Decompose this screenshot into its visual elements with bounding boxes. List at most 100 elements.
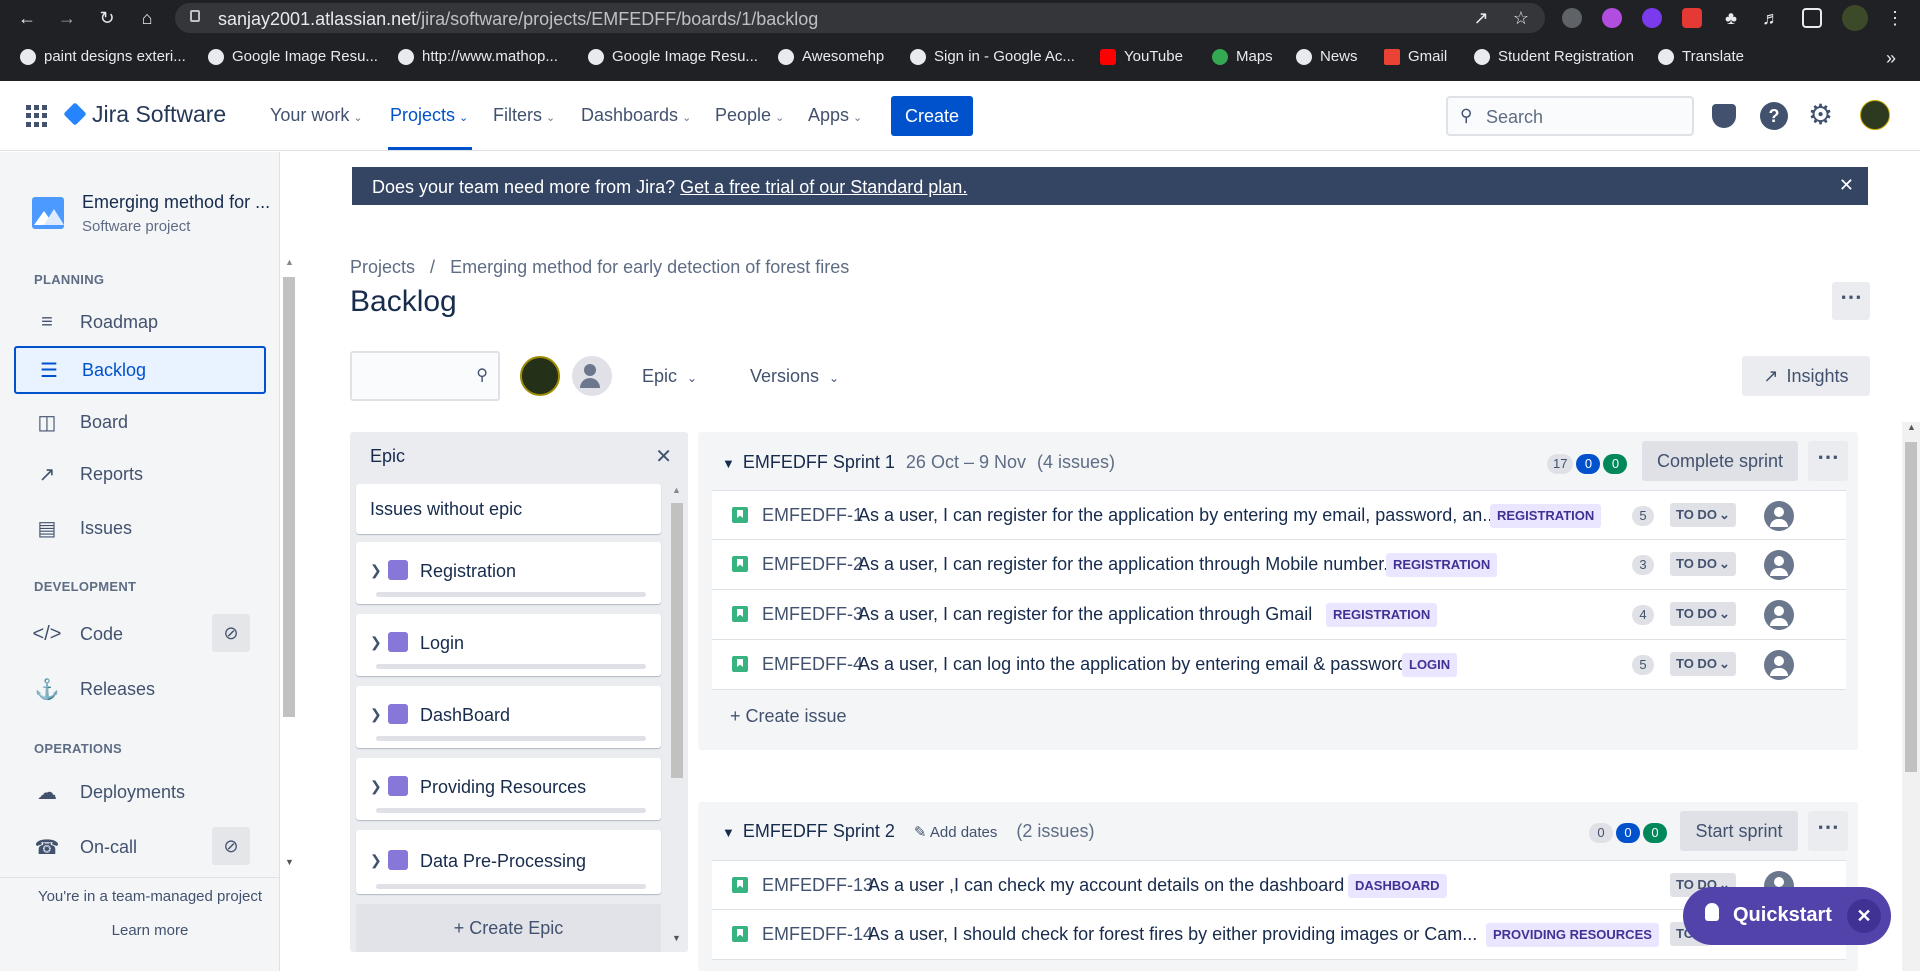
media-icon[interactable]: ♬: [1760, 7, 1782, 29]
issue-key[interactable]: EMFEDFF-1: [762, 505, 863, 526]
epic-filter[interactable]: Epic ⌄: [642, 366, 697, 387]
complete-sprint-button[interactable]: Complete sprint: [1642, 441, 1798, 481]
user-avatar-filter[interactable]: [520, 356, 560, 396]
nav-dashboards[interactable]: Dashboards ⌄: [581, 105, 691, 126]
issue-row[interactable]: EMFEDFF-13 As a user ,I can check my acc…: [712, 860, 1846, 910]
epic-panel-scrollbar[interactable]: ▲ ▼: [668, 485, 686, 950]
epic-item-data-pre-processing[interactable]: ❯ Data Pre-Processing: [356, 830, 661, 894]
insights-button[interactable]: ↗ Insights: [1742, 356, 1870, 396]
home-icon[interactable]: ⌂: [136, 7, 158, 29]
user-avatar[interactable]: [1860, 100, 1890, 130]
nav-projects[interactable]: Projects ⌄: [390, 105, 468, 126]
star-icon[interactable]: ☆: [1510, 7, 1532, 29]
url-text[interactable]: sanjay2001.atlassian.net/jira/software/p…: [218, 9, 818, 30]
link-off-icon[interactable]: ⊘: [212, 614, 250, 652]
scroll-down-icon[interactable]: ▼: [285, 857, 294, 867]
scroll-up-icon[interactable]: ▲: [672, 485, 681, 495]
scroll-up-icon[interactable]: ▲: [1907, 422, 1916, 432]
bookmark-item[interactable]: Sign in - Google Ac...: [910, 48, 1075, 65]
story-points[interactable]: 4: [1632, 605, 1654, 625]
epic-lozenge[interactable]: DASHBOARD: [1348, 874, 1447, 898]
scroll-down-icon[interactable]: ▼: [672, 933, 681, 943]
bookmark-item[interactable]: Gmail: [1384, 48, 1447, 65]
create-issue-button[interactable]: + Create issue: [730, 706, 847, 727]
app-switcher-icon[interactable]: [26, 105, 48, 127]
breadcrumb-projects[interactable]: Projects: [350, 257, 415, 277]
epic-lozenge[interactable]: REGISTRATION: [1326, 603, 1438, 627]
story-points[interactable]: 5: [1632, 506, 1654, 526]
sidebar-scrollbar[interactable]: ▲ ▼: [281, 257, 297, 872]
bookmark-item[interactable]: paint designs exteri...: [20, 48, 186, 65]
add-dates-link[interactable]: ✎ Add dates: [914, 824, 997, 841]
epic-lozenge[interactable]: REGISTRATION: [1386, 553, 1498, 577]
bookmark-item[interactable]: Maps: [1212, 48, 1273, 65]
main-scrollbar[interactable]: ▲: [1902, 422, 1920, 971]
issue-key[interactable]: EMFEDFF-13: [762, 875, 873, 896]
sidebar-item-releases[interactable]: ⚓ Releases: [14, 665, 266, 713]
issue-row[interactable]: EMFEDFF-3 As a user, I can register for …: [712, 590, 1846, 640]
sidebar-item-backlog[interactable]: ☰ Backlog: [14, 346, 266, 394]
scrollbar-thumb[interactable]: [283, 277, 295, 717]
chevron-down-icon[interactable]: ▼: [722, 456, 735, 471]
issue-key[interactable]: EMFEDFF-3: [762, 604, 863, 625]
notifications-icon[interactable]: [1712, 104, 1736, 128]
sidebar-item-roadmap[interactable]: ≡ Roadmap: [14, 298, 266, 346]
help-icon[interactable]: ?: [1760, 102, 1788, 130]
shield-extension-icon[interactable]: [1562, 8, 1582, 28]
sprint-1-header[interactable]: ▼ EMFEDFF Sprint 1 26 Oct – 9 Nov (4 issu…: [722, 452, 1115, 473]
epic-lozenge[interactable]: PROVIDING RESOURCES: [1486, 923, 1659, 947]
jira-logo-icon[interactable]: [63, 102, 87, 126]
bookmark-item[interactable]: Translate: [1658, 48, 1744, 65]
bookmark-item[interactable]: Google Image Resu...: [208, 48, 378, 65]
close-icon[interactable]: ✕: [1847, 899, 1881, 933]
settings-gear-icon[interactable]: ⚙: [1808, 100, 1833, 130]
back-icon[interactable]: ←: [16, 7, 38, 29]
extension-icon[interactable]: [1602, 8, 1622, 28]
chevron-down-icon[interactable]: ▼: [722, 825, 735, 840]
issue-row[interactable]: EMFEDFF-4 As a user, I can log into the …: [712, 640, 1846, 690]
profile-avatar[interactable]: [1842, 5, 1868, 31]
sprint-more-button[interactable]: ⋯: [1808, 811, 1848, 851]
story-points[interactable]: 5: [1632, 655, 1654, 675]
sidebar-item-reports[interactable]: ↗ Reports: [14, 450, 266, 498]
assignee-avatar[interactable]: [1764, 550, 1794, 580]
sidebar-item-deployments[interactable]: ☁ Deployments: [14, 768, 266, 816]
breadcrumb-project[interactable]: Emerging method for early detection of f…: [450, 257, 849, 277]
nav-your-work[interactable]: Your work ⌄: [270, 105, 363, 126]
nav-people[interactable]: People ⌄: [715, 105, 784, 126]
epic-item-login[interactable]: ❯ Login: [356, 614, 661, 676]
bookmark-item[interactable]: Google Image Resu...: [588, 48, 758, 65]
epic-item-registration[interactable]: ❯ Registration: [356, 542, 661, 604]
assignee-avatar[interactable]: [1764, 600, 1794, 630]
issue-key[interactable]: EMFEDFF-14: [762, 924, 873, 945]
issue-row[interactable]: EMFEDFF-2 As a user, I can register for …: [712, 540, 1846, 590]
quickstart-button[interactable]: Quickstart ✕: [1683, 887, 1891, 945]
lock-icon[interactable]: [190, 10, 200, 22]
close-icon[interactable]: ✕: [655, 444, 672, 469]
nav-filters[interactable]: Filters ⌄: [493, 105, 555, 126]
more-actions-button[interactable]: ⋯: [1832, 282, 1870, 320]
forward-icon[interactable]: →: [56, 7, 78, 29]
bookmark-item[interactable]: News: [1296, 48, 1358, 65]
scrollbar-thumb[interactable]: [1905, 442, 1917, 772]
status-dropdown[interactable]: TO DO ⌄: [1670, 602, 1736, 626]
menu-dots-icon[interactable]: ⋮: [1884, 7, 1906, 29]
sidebar-item-board[interactable]: ◫ Board: [14, 398, 266, 446]
status-dropdown[interactable]: TO DO ⌄: [1670, 552, 1736, 576]
link-off-icon[interactable]: ⊘: [212, 827, 250, 865]
reload-icon[interactable]: ↻: [96, 7, 118, 29]
bookmark-item[interactable]: Awesomehp: [778, 48, 884, 65]
assignee-avatar[interactable]: [1764, 501, 1794, 531]
start-sprint-button[interactable]: Start sprint: [1680, 811, 1798, 851]
share-icon[interactable]: ↗: [1470, 7, 1492, 29]
scroll-up-icon[interactable]: ▲: [285, 257, 294, 267]
moon-extension-icon[interactable]: [1642, 8, 1662, 28]
issue-key[interactable]: EMFEDFF-2: [762, 554, 863, 575]
issue-key[interactable]: EMFEDFF-4: [762, 654, 863, 675]
story-points[interactable]: 3: [1632, 555, 1654, 575]
project-name[interactable]: Emerging method for ...: [82, 192, 270, 213]
sidebar-item-issues[interactable]: ▤ Issues: [14, 504, 266, 552]
puzzle-icon[interactable]: ♣: [1720, 7, 1742, 29]
learn-more-link[interactable]: Learn more: [0, 922, 300, 939]
issues-without-epic[interactable]: Issues without epic: [356, 484, 661, 534]
